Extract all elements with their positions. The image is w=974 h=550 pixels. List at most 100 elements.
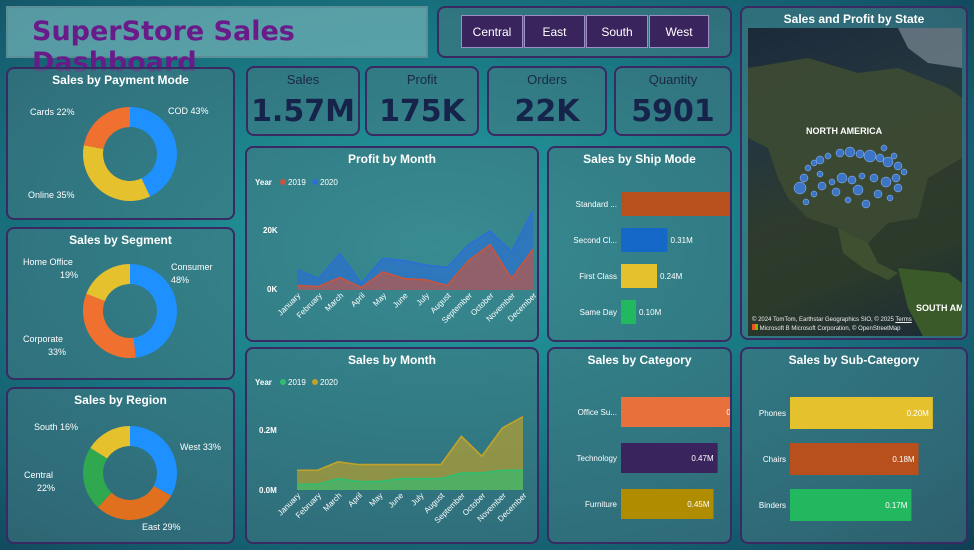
- donut-label-home-office-pct: 19%: [60, 270, 78, 280]
- map-bubble[interactable]: [816, 170, 824, 178]
- subcategory-panel[interactable]: Sales by Sub-Category Phones 0.20M Chairs 0…: [740, 347, 968, 544]
- map-canvas[interactable]: NORTH AMERICA SOUTH AM © 2024 TomTom, Ea…: [748, 28, 964, 336]
- segment-donut[interactable]: [83, 264, 177, 358]
- bar-value-label: 0.20M: [907, 409, 930, 418]
- region-donut[interactable]: [83, 426, 177, 520]
- bar-office-supplies[interactable]: [621, 397, 732, 427]
- bar-first-class[interactable]: [621, 264, 657, 288]
- sales-by-month-panel[interactable]: Sales by Month Year 2019 2020 0.2M 0.0M …: [245, 347, 539, 544]
- region-button-central[interactable]: Central: [461, 15, 523, 48]
- bar-category-label: First Class: [579, 272, 617, 281]
- donut-slice-online[interactable]: [83, 145, 151, 201]
- map-bubble[interactable]: [893, 183, 903, 193]
- ship-bars[interactable]: Standard ...0.91MSecond Cl...0.31MFirst …: [573, 192, 732, 324]
- x-tick-label: April: [349, 291, 367, 309]
- category-bar-svg: Office Su... 0.64M Technology 0.47M Furnitur…: [577, 397, 732, 519]
- land-greenland: [898, 28, 962, 68]
- map-bubble[interactable]: [869, 173, 879, 183]
- map-bubble[interactable]: [817, 181, 827, 191]
- map-bubble[interactable]: [844, 146, 856, 158]
- donut-slice-consumer[interactable]: [130, 264, 177, 358]
- map-bubble[interactable]: [835, 148, 845, 158]
- map-bubble[interactable]: [804, 164, 812, 172]
- profit-by-month-panel[interactable]: Profit by Month Year 2019 2020 20K 0K Ja…: [245, 146, 539, 342]
- kpi-value: 5901: [631, 94, 715, 129]
- donut-label-central: Central: [24, 470, 53, 480]
- donut-label-east: East 29%: [142, 522, 181, 532]
- bar-same-day[interactable]: [621, 300, 636, 324]
- map-bubble[interactable]: [815, 155, 825, 165]
- payment-mode-panel[interactable]: Sales by Payment Mode COD 43% Online 35%…: [6, 67, 235, 220]
- kpi-card-orders[interactable]: Orders 22K: [487, 66, 607, 136]
- map-credits: © 2024 TomTom, Earthstar Geographics SIO…: [752, 316, 912, 333]
- map-bubble[interactable]: [890, 152, 898, 160]
- category-bars[interactable]: Office Su... 0.64M Technology 0.47M Furnitur…: [577, 397, 732, 519]
- donut-label-cards: Cards 22%: [30, 107, 75, 117]
- map-bubble[interactable]: [880, 144, 888, 152]
- bar-standard-class[interactable]: [621, 192, 732, 216]
- region-panel[interactable]: Sales by Region West 33% East 29% Centra…: [6, 387, 235, 544]
- map-bubble[interactable]: [861, 199, 871, 209]
- map-bubble[interactable]: [844, 196, 852, 204]
- map-brand: Microsoft B: [759, 326, 790, 332]
- region-donut-svg: West 33% East 29% Central 22% South 16%: [24, 422, 221, 532]
- sales-area-chart[interactable]: JanuaryFebruaryMarch April May June JulyAugu…: [276, 415, 529, 525]
- map-bubble[interactable]: [882, 156, 894, 168]
- map-panel[interactable]: Sales and Profit by State NORTH AMERICA …: [740, 6, 968, 340]
- map-bubble[interactable]: [875, 153, 885, 163]
- segment-panel[interactable]: Sales by Segment Consumer 48% Corporate …: [6, 227, 235, 380]
- region-button-south[interactable]: South: [586, 15, 648, 48]
- map-bubble[interactable]: [847, 175, 857, 185]
- map-bubble[interactable]: [900, 168, 908, 176]
- map-bubble[interactable]: [802, 198, 810, 206]
- x-tick-label: June: [387, 491, 406, 510]
- payment-donut[interactable]: [83, 107, 178, 201]
- map-bubble[interactable]: [873, 189, 883, 199]
- donut-slice-west[interactable]: [130, 426, 177, 496]
- map-bubble[interactable]: [858, 172, 866, 180]
- map-bubble[interactable]: [793, 181, 807, 195]
- map-bubble[interactable]: [836, 172, 848, 184]
- continent-label-north-america: NORTH AMERICA: [806, 126, 883, 136]
- kpi-card-sales[interactable]: Sales 1.57M: [246, 66, 360, 136]
- donut-label-corporate: Corporate: [23, 334, 63, 344]
- legend-marker-2020: [312, 179, 318, 185]
- map-bubble[interactable]: [886, 194, 894, 202]
- bar-category-label: Chairs: [763, 455, 786, 464]
- map-bubble[interactable]: [810, 190, 818, 198]
- donut-slice-corporate[interactable]: [83, 293, 136, 358]
- bar-value-label: 0.45M: [687, 500, 710, 509]
- bar-category-label: Binders: [759, 501, 786, 510]
- legend-label-2020: 2020: [320, 178, 338, 187]
- map-bubble[interactable]: [828, 178, 836, 186]
- map-bubble[interactable]: [880, 176, 892, 188]
- bar-second-class[interactable]: [621, 228, 668, 252]
- donut-label-online: Online 35%: [28, 190, 75, 200]
- donut-label-central-pct: 22%: [37, 483, 55, 493]
- kpi-card-quantity[interactable]: Quantity 5901: [614, 66, 732, 136]
- bar-value-label: 0.17M: [885, 501, 908, 510]
- region-button-east[interactable]: East: [524, 15, 585, 48]
- map-bubble[interactable]: [831, 187, 841, 197]
- subcategory-bars[interactable]: Phones 0.20M Chairs 0.18M Binders 0.17M: [759, 397, 933, 521]
- bar-category-label: Standard ...: [576, 200, 617, 209]
- kpi-card-profit[interactable]: Profit 175K: [365, 66, 479, 136]
- x-tick-label: July: [415, 291, 431, 307]
- map-bubble[interactable]: [824, 152, 832, 160]
- donut-slice-cards[interactable]: [83, 107, 130, 149]
- profit-area-chart[interactable]: JanuaryFebruary March April May June JulyAugu…: [276, 210, 539, 325]
- region-button-west[interactable]: West: [649, 15, 709, 48]
- ship-mode-panel[interactable]: Sales by Ship Mode Standard ...0.91MSeco…: [547, 146, 732, 342]
- map-bubble[interactable]: [893, 161, 903, 171]
- map-bubble[interactable]: [891, 173, 901, 183]
- legend-marker-2019: [280, 179, 286, 185]
- category-panel[interactable]: Sales by Category Office Su...0.64MTechn…: [547, 347, 732, 544]
- map-bubble[interactable]: [863, 149, 877, 163]
- kpi-value: 1.57M: [251, 94, 355, 129]
- map-bubble[interactable]: [799, 173, 809, 183]
- map-bubble[interactable]: [852, 184, 864, 196]
- kpi-label: Quantity: [648, 72, 698, 87]
- map-terms-link[interactable]: Terms: [895, 317, 911, 323]
- donut-slice-home-office[interactable]: [86, 264, 130, 302]
- map-bubble[interactable]: [855, 149, 865, 159]
